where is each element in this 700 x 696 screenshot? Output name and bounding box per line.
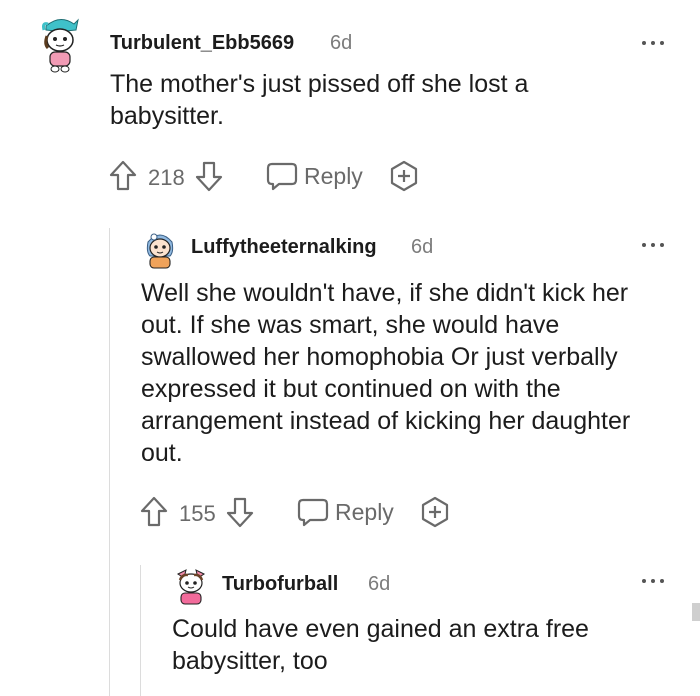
reply-button[interactable]: Reply xyxy=(297,494,394,530)
comment-age: 6d xyxy=(411,236,434,258)
reply-label: Reply xyxy=(335,498,394,525)
avatar[interactable] xyxy=(38,16,82,74)
downvote-button[interactable] xyxy=(225,494,255,530)
username[interactable]: Turbulent_Ebb5669 xyxy=(110,32,294,55)
comment-actions: 218 Reply xyxy=(108,158,438,194)
vote-count: 155 xyxy=(179,501,216,526)
more-options-icon[interactable] xyxy=(640,240,666,250)
thread-line-level-1[interactable] xyxy=(109,228,110,696)
downvote-arrow-icon[interactable] xyxy=(225,495,255,529)
comment-body: Well she wouldn't have, if she didn't ki… xyxy=(141,279,631,467)
upvote-arrow-icon[interactable] xyxy=(139,495,169,529)
speech-bubble-icon xyxy=(297,498,329,527)
upvote-arrow-icon[interactable] xyxy=(108,159,138,193)
avatar[interactable] xyxy=(172,566,210,608)
plus-award-icon xyxy=(421,496,449,528)
comment-body: Could have even gained an extra free bab… xyxy=(172,615,589,675)
plus-award-icon xyxy=(390,160,418,192)
more-options-icon[interactable] xyxy=(640,576,666,586)
comment-actions: 155 Reply xyxy=(139,494,469,530)
award-button[interactable] xyxy=(419,494,451,530)
vote-count: 218 xyxy=(148,165,185,190)
downvote-arrow-icon[interactable] xyxy=(194,159,224,193)
username[interactable]: Luffytheeternalking xyxy=(191,236,377,259)
more-options-icon[interactable] xyxy=(640,38,666,48)
scrollbar-thumb[interactable] xyxy=(692,603,700,621)
upvote-button[interactable] xyxy=(108,158,138,194)
award-button[interactable] xyxy=(388,158,420,194)
speech-bubble-icon xyxy=(266,162,298,191)
username[interactable]: Turbofurball xyxy=(222,573,338,596)
downvote-button[interactable] xyxy=(194,158,224,194)
comment-body: The mother's just pissed off she lost a … xyxy=(110,70,529,130)
reply-button[interactable]: Reply xyxy=(266,158,363,194)
comment-age: 6d xyxy=(368,573,391,595)
upvote-button[interactable] xyxy=(139,494,169,530)
comment-age: 6d xyxy=(330,32,353,54)
thread-line-level-2[interactable] xyxy=(140,565,141,696)
avatar[interactable] xyxy=(142,228,178,272)
reply-label: Reply xyxy=(304,162,363,189)
